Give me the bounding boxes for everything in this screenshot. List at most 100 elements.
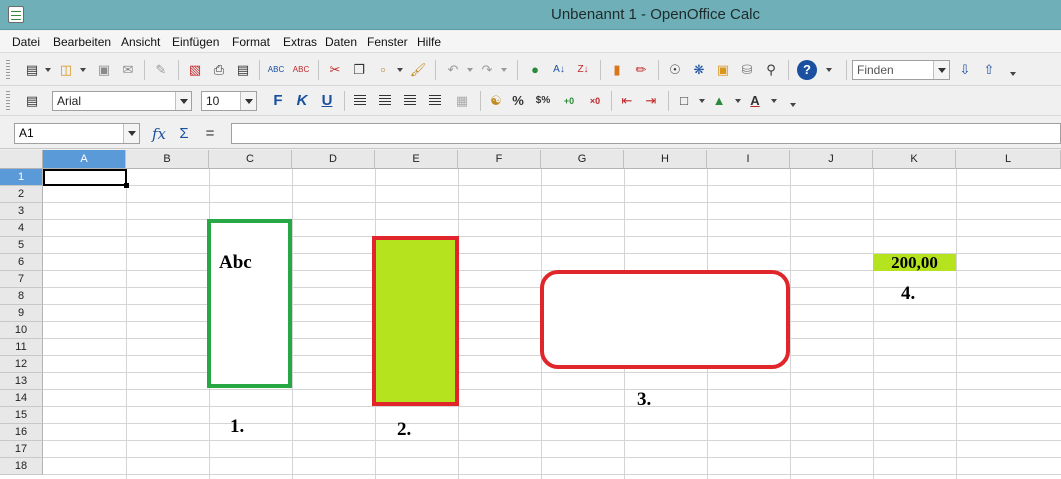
cut-icon[interactable]: ✂ xyxy=(325,60,345,80)
row-header-16[interactable]: 16 xyxy=(0,424,43,441)
underline-icon[interactable]: U xyxy=(317,91,337,111)
zoom-icon[interactable]: ⚲ xyxy=(761,60,781,80)
bold-icon[interactable]: F xyxy=(268,91,288,111)
open-folder-icon[interactable]: ◫ xyxy=(56,60,76,80)
find-dropdown-icon[interactable] xyxy=(933,61,949,79)
paste-icon[interactable]: ▫ xyxy=(373,60,393,80)
redo-dropdown-icon[interactable] xyxy=(501,68,507,72)
column-header-i[interactable]: I xyxy=(707,150,790,169)
row-header-1[interactable]: 1 xyxy=(0,169,43,186)
toolbar-overflow-icon[interactable] xyxy=(790,103,796,107)
font-size-dropdown-icon[interactable] xyxy=(240,92,256,110)
find-previous-icon[interactable]: ⇧ xyxy=(979,60,999,80)
find-input[interactable]: Finden xyxy=(852,60,950,80)
font-color-icon[interactable]: A xyxy=(745,91,765,111)
delete-decimal-icon[interactable]: ×0 xyxy=(585,91,605,111)
draw-functions-icon[interactable]: ✏ xyxy=(631,60,651,80)
save-icon[interactable]: ▣ xyxy=(94,60,114,80)
row-header-17[interactable]: 17 xyxy=(0,441,43,458)
row-header-8[interactable]: 8 xyxy=(0,288,43,305)
edit-file-icon[interactable]: ✎ xyxy=(151,60,171,80)
font-color-dropdown-icon[interactable] xyxy=(771,99,777,103)
row-header-11[interactable]: 11 xyxy=(0,339,43,356)
data-sources-icon[interactable]: ⛁ xyxy=(737,60,757,80)
page-preview-icon[interactable]: ▤ xyxy=(233,60,253,80)
new-document-icon[interactable]: ▤ xyxy=(22,60,42,80)
menu-hilfe[interactable]: Hilfe xyxy=(417,35,441,49)
font-name-dropdown-icon[interactable] xyxy=(175,92,191,110)
redo-icon[interactable]: ↷ xyxy=(477,60,497,80)
find-replace-icon[interactable]: ☉ xyxy=(665,60,685,80)
rounded-rectangle-shape[interactable] xyxy=(540,270,790,369)
column-header-l[interactable]: L xyxy=(956,150,1061,169)
help-dropdown-icon[interactable] xyxy=(826,68,832,72)
italic-icon[interactable]: K xyxy=(292,91,312,111)
column-header-e[interactable]: E xyxy=(375,150,458,169)
menu-bearbeiten[interactable]: Bearbeiten xyxy=(53,35,111,49)
row-header-5[interactable]: 5 xyxy=(0,237,43,254)
hyperlink-icon[interactable]: ● xyxy=(525,60,545,80)
decrease-indent-icon[interactable]: ⇤ xyxy=(617,91,637,111)
row-header-12[interactable]: 12 xyxy=(0,356,43,373)
name-box-dropdown-icon[interactable] xyxy=(123,124,139,143)
row-header-9[interactable]: 9 xyxy=(0,305,43,322)
toolbar-grip-icon[interactable] xyxy=(6,91,10,111)
row-header-7[interactable]: 7 xyxy=(0,271,43,288)
active-cell-a1[interactable] xyxy=(43,169,129,188)
menu-fenster[interactable]: Fenster xyxy=(367,35,408,49)
print-icon[interactable]: ⎙ xyxy=(209,60,229,80)
menu-ansicht[interactable]: Ansicht xyxy=(121,35,160,49)
sort-ascending-icon[interactable]: A↓ xyxy=(549,60,569,80)
row-header-15[interactable]: 15 xyxy=(0,407,43,424)
standard-format-icon[interactable]: $% xyxy=(533,91,553,111)
percent-format-icon[interactable]: % xyxy=(508,91,528,111)
increase-indent-icon[interactable]: ⇥ xyxy=(641,91,661,111)
menu-einfuegen[interactable]: Einfügen xyxy=(172,35,219,49)
merge-cells-icon[interactable]: ▦ xyxy=(452,91,472,111)
paste-dropdown-icon[interactable] xyxy=(397,68,403,72)
navigator-icon[interactable]: ❋ xyxy=(689,60,709,80)
select-all-corner[interactable] xyxy=(0,150,43,169)
styles-formatting-icon[interactable]: ▤ xyxy=(22,91,42,111)
background-color-icon[interactable]: ▲ xyxy=(709,91,729,111)
row-header-14[interactable]: 14 xyxy=(0,390,43,407)
column-header-f[interactable]: F xyxy=(458,150,541,169)
row-header-2[interactable]: 2 xyxy=(0,186,43,203)
column-header-a[interactable]: A xyxy=(43,150,126,169)
name-box[interactable]: A1 xyxy=(14,123,140,144)
sum-icon[interactable]: Σ xyxy=(174,124,194,144)
menu-format[interactable]: Format xyxy=(232,35,270,49)
open-dropdown-icon[interactable] xyxy=(80,68,86,72)
row-header-10[interactable]: 10 xyxy=(0,322,43,339)
menu-extras[interactable]: Extras xyxy=(283,35,317,49)
column-header-k[interactable]: K xyxy=(873,150,956,169)
column-header-j[interactable]: J xyxy=(790,150,873,169)
spellcheck-icon[interactable]: ABC xyxy=(266,60,286,80)
new-dropdown-icon[interactable] xyxy=(45,68,51,72)
find-next-icon[interactable]: ⇩ xyxy=(955,60,975,80)
row-header-18[interactable]: 18 xyxy=(0,458,43,475)
spreadsheet-grid[interactable]: A B C D E F G H I J K L 1 2 3 4 5 6 7 8 … xyxy=(0,150,1061,479)
align-right-icon[interactable] xyxy=(404,95,416,106)
column-header-b[interactable]: B xyxy=(126,150,209,169)
row-header-6[interactable]: 6 xyxy=(0,254,43,271)
font-size-select[interactable]: 10 xyxy=(201,91,257,111)
sort-descending-icon[interactable]: Z↓ xyxy=(573,60,593,80)
function-wizard-icon[interactable]: fx xyxy=(149,124,169,144)
column-header-h[interactable]: H xyxy=(624,150,707,169)
borders-icon[interactable]: □ xyxy=(674,91,694,111)
function-equals-icon[interactable]: = xyxy=(200,124,220,144)
auto-spellcheck-icon[interactable]: ABC xyxy=(291,60,311,80)
menu-daten[interactable]: Daten xyxy=(325,35,357,49)
column-header-g[interactable]: G xyxy=(541,150,624,169)
cell-k6-value[interactable]: 200,00 xyxy=(873,254,956,271)
column-header-d[interactable]: D xyxy=(292,150,375,169)
menu-datei[interactable]: Datei xyxy=(12,35,40,49)
gallery-icon[interactable]: ▣ xyxy=(713,60,733,80)
undo-dropdown-icon[interactable] xyxy=(467,68,473,72)
column-header-c[interactable]: C xyxy=(209,150,292,169)
row-header-3[interactable]: 3 xyxy=(0,203,43,220)
formula-input[interactable] xyxy=(231,123,1061,144)
green-rectangle-shape[interactable] xyxy=(207,219,292,388)
align-left-icon[interactable] xyxy=(354,95,366,106)
